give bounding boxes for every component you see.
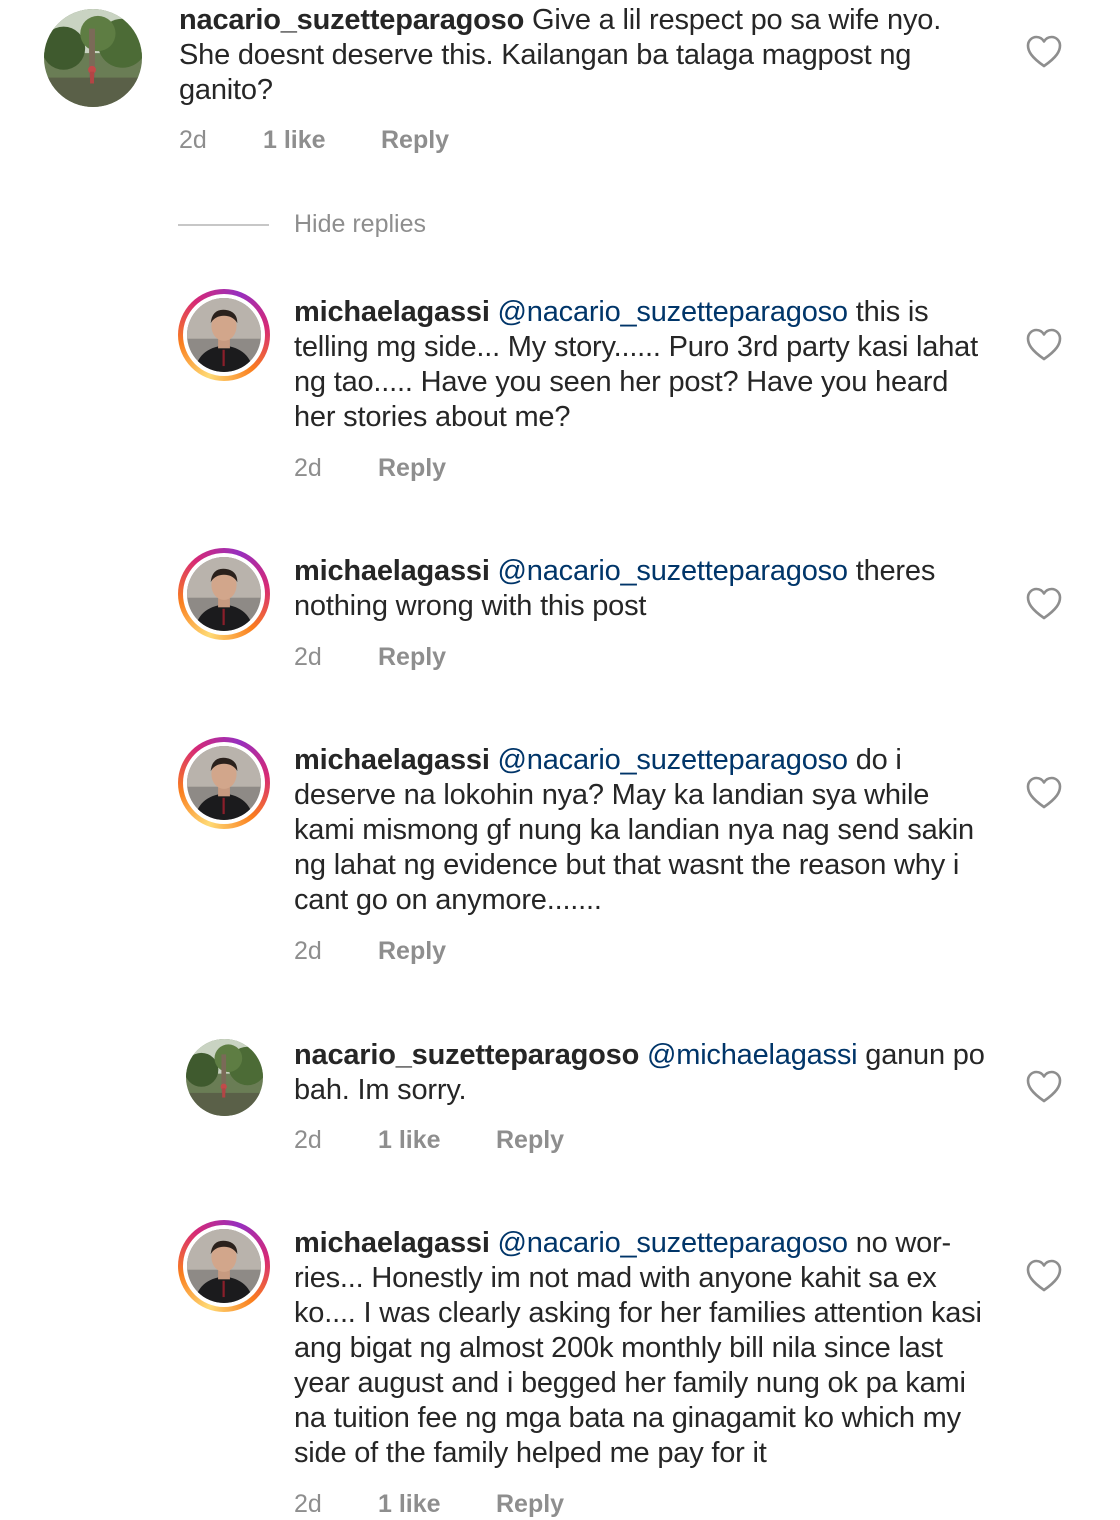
comment-text: nacario_suzetteparagoso @michaelagassi g… xyxy=(294,1038,994,1108)
comment-text: michaelagassi @nacario_suzetteparagoso n… xyxy=(294,1226,994,1471)
comment-timestamp[interactable]: 2d xyxy=(294,937,378,966)
comment-meta: 2d Reply xyxy=(294,643,446,672)
mention-link[interactable]: @nacario_suzetteparagoso xyxy=(490,744,849,776)
man-portrait-avatar xyxy=(187,298,261,372)
reply-button[interactable]: Reply xyxy=(496,1490,564,1519)
heart-outline-icon xyxy=(1026,1259,1062,1293)
heart-outline-icon xyxy=(1026,587,1062,621)
comment-meta: 2d Reply xyxy=(294,454,446,483)
comment-username[interactable]: nacario_suzetteparagoso xyxy=(179,4,524,36)
heart-outline-icon xyxy=(1026,328,1062,362)
mention-link[interactable]: @michaelagassi xyxy=(639,1039,858,1071)
comment-timestamp[interactable]: 2d xyxy=(294,454,378,483)
story-ring[interactable] xyxy=(178,737,270,829)
reply-button[interactable]: Reply xyxy=(381,126,449,155)
comment-meta: 2d 1 like Reply xyxy=(179,126,449,155)
mention-link[interactable]: @nacario_suzetteparagoso xyxy=(490,555,849,587)
hide-replies-toggle[interactable]: Hide replies xyxy=(178,210,426,239)
comment-username[interactable]: michaelagassi xyxy=(294,296,490,328)
heart-icon[interactable] xyxy=(1026,587,1062,621)
like-count[interactable]: 1 like xyxy=(378,1126,496,1155)
heart-icon[interactable] xyxy=(1026,328,1062,362)
comment-timestamp[interactable]: 2d xyxy=(294,1490,378,1519)
comment-username[interactable]: michaelagassi xyxy=(294,555,490,587)
reply-button[interactable]: Reply xyxy=(378,454,446,483)
comment-meta: 2d Reply xyxy=(294,937,446,966)
comment-meta: 2d 1 like Reply xyxy=(294,1490,564,1519)
comment-username[interactable]: michaelagassi xyxy=(294,744,490,776)
avatar xyxy=(187,1229,261,1303)
heart-icon[interactable] xyxy=(1026,1259,1062,1293)
comment-timestamp[interactable]: 2d xyxy=(294,643,378,672)
story-ring[interactable] xyxy=(178,289,270,381)
heart-outline-icon xyxy=(1026,35,1062,69)
heart-icon[interactable] xyxy=(1026,35,1062,69)
story-ring[interactable] xyxy=(178,548,270,640)
comment-text: michaelagassi @nacario_suzetteparagoso d… xyxy=(294,743,994,918)
comment-body: no wor-ries... Honestly im not mad with … xyxy=(294,1227,982,1469)
mention-link[interactable]: @nacario_suzetteparagoso xyxy=(490,1227,849,1259)
comment-text: michaelagassi @nacario_suzetteparagoso t… xyxy=(294,295,994,435)
comment-text: michaelagassi @nacario_suzetteparagoso t… xyxy=(294,554,994,624)
comment-username[interactable]: michaelagassi xyxy=(294,1227,490,1259)
reply-button[interactable]: Reply xyxy=(378,937,446,966)
man-portrait-avatar xyxy=(187,746,261,820)
mention-link[interactable]: @nacario_suzetteparagoso xyxy=(490,296,849,328)
forest-photo-avatar xyxy=(44,9,142,107)
heart-icon[interactable] xyxy=(1026,776,1062,810)
story-ring[interactable] xyxy=(178,1220,270,1312)
hide-replies-label[interactable]: Hide replies xyxy=(294,210,426,239)
heart-icon[interactable] xyxy=(1026,1070,1062,1104)
reply-button[interactable]: Reply xyxy=(378,643,446,672)
avatar xyxy=(187,298,261,372)
forest-photo-avatar xyxy=(186,1039,263,1116)
comment-timestamp[interactable]: 2d xyxy=(179,126,263,155)
man-portrait-avatar xyxy=(187,557,261,631)
like-count[interactable]: 1 like xyxy=(378,1490,496,1519)
heart-outline-icon xyxy=(1026,776,1062,810)
man-portrait-avatar xyxy=(187,1229,261,1303)
comment-text: nacario_suzetteparagoso Give a lil respe… xyxy=(179,3,979,108)
divider-line xyxy=(178,223,269,226)
heart-outline-icon xyxy=(1026,1070,1062,1104)
comment-meta: 2d 1 like Reply xyxy=(294,1126,564,1155)
avatar[interactable] xyxy=(186,1039,263,1116)
comment-username[interactable]: nacario_suzetteparagoso xyxy=(294,1039,639,1071)
comment-timestamp[interactable]: 2d xyxy=(294,1126,378,1155)
avatar xyxy=(187,557,261,631)
avatar xyxy=(187,746,261,820)
like-count[interactable]: 1 like xyxy=(263,126,381,155)
reply-button[interactable]: Reply xyxy=(496,1126,564,1155)
avatar[interactable] xyxy=(44,9,142,107)
